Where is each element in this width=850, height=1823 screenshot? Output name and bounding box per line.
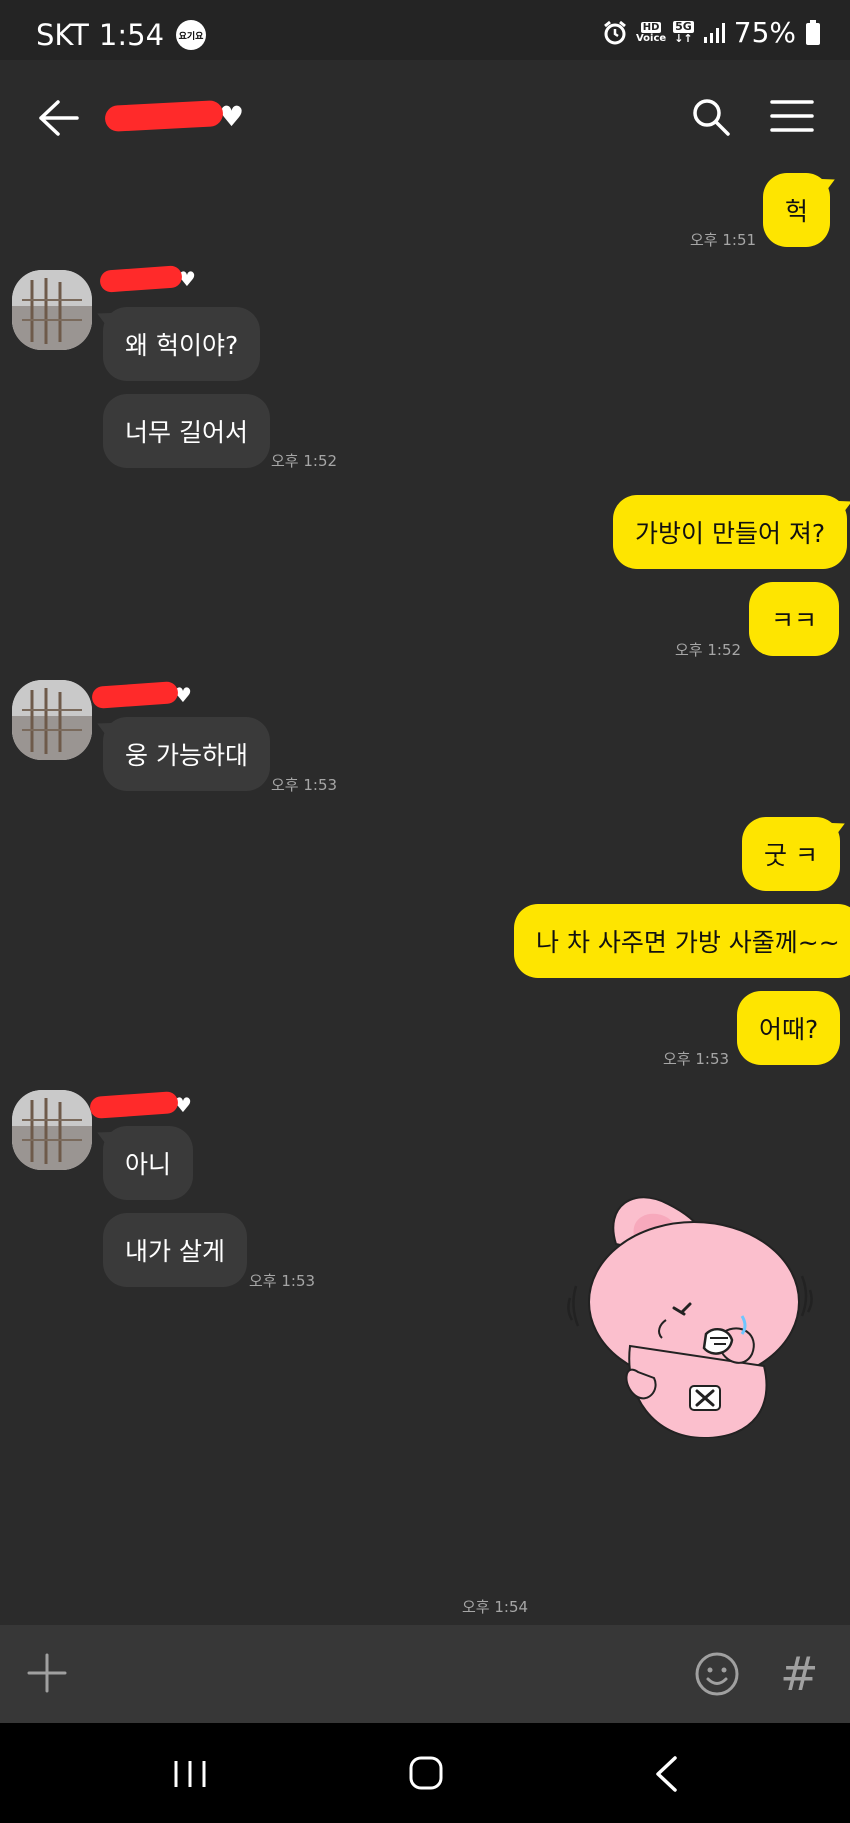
my-message-bubble[interactable]: 어때? [737, 991, 841, 1065]
message-text: 굿 ㅋ [764, 841, 818, 870]
my-message-bubble[interactable]: 가방이 만들어 져? [613, 495, 848, 569]
friend-name: ♥ [99, 264, 196, 294]
friend-avatar[interactable] [12, 680, 92, 760]
recents-button[interactable] [173, 1759, 207, 1789]
back-button[interactable] [36, 98, 80, 138]
pink-bunny-crying-sticker[interactable] [564, 1186, 814, 1440]
hd-label: HD [640, 21, 662, 33]
friend-name: ♥ [89, 1090, 192, 1120]
message-text: 왜 헉이야? [125, 331, 239, 360]
friend-message-bubble[interactable]: 웅 가능하대 [103, 717, 270, 791]
friend-message-bubble[interactable]: 아니 [103, 1126, 194, 1200]
menu-icon [770, 100, 814, 132]
friend-message-bubble[interactable]: 왜 헉이야? [103, 307, 261, 381]
search-icon [693, 99, 730, 136]
message-text: 어때? [759, 1015, 819, 1044]
message-text: 나 차 사주면 가방 사줄께~~ [536, 928, 840, 957]
friend-message-bubble[interactable]: 너무 길어서 [103, 394, 270, 468]
status-clock: 1:54 [98, 18, 165, 52]
message-time: 오후 1:52 [271, 452, 338, 470]
status-bar: SKT 1:54 요기요 HD Voice 5G ↓↑ 75% [0, 0, 850, 60]
chat-title[interactable]: ♥ [104, 96, 244, 136]
emoji-icon [695, 1652, 739, 1696]
recents-icon [174, 1761, 206, 1787]
friend-name: ♥ [91, 680, 192, 710]
redacted-name-scribble [89, 1090, 179, 1120]
hashtag-button[interactable]: # [780, 1647, 819, 1701]
menu-button[interactable] [770, 98, 814, 134]
system-nav-bar [0, 1723, 850, 1823]
message-text: 헉 [785, 197, 809, 226]
message-time: 오후 1:53 [663, 1050, 730, 1068]
my-message-bubble[interactable]: 나 차 사주면 가방 사줄께~~ [514, 904, 850, 978]
alarm-icon [601, 19, 629, 47]
message-time: 오후 1:51 [690, 231, 757, 249]
network-label: 5G [673, 19, 694, 33]
message-time: 오후 1:52 [675, 641, 742, 659]
message-text: 내가 살게 [125, 1237, 225, 1266]
message-text: 가방이 만들어 져? [635, 519, 826, 548]
avatar-photo-icon [12, 270, 92, 350]
nav-back-button[interactable] [653, 1755, 679, 1793]
voice-label: Voice [635, 32, 667, 44]
attach-button[interactable] [26, 1652, 68, 1694]
plus-icon [27, 1653, 67, 1693]
message-time: 오후 1:53 [249, 1272, 316, 1290]
network-5g-icon: 5G ↓↑ [673, 19, 694, 45]
data-arrows-icon: ↓↑ [674, 31, 693, 45]
home-button[interactable] [409, 1755, 443, 1791]
home-icon [409, 1756, 443, 1790]
redacted-name-scribble [99, 265, 183, 293]
avatar-photo-icon [12, 680, 92, 760]
hd-voice-icon: HD Voice [635, 18, 667, 48]
redacted-name-scribble [104, 99, 224, 133]
friend-message-bubble[interactable]: 내가 살게 [103, 1213, 247, 1287]
chevron-left-icon [656, 1756, 677, 1792]
my-message-bubble[interactable]: 굿 ㅋ [742, 817, 840, 891]
emoticon-button[interactable] [694, 1651, 740, 1697]
battery-percent: 75% [733, 16, 796, 49]
status-left: SKT 1:54 요기요 [36, 18, 207, 52]
friend-avatar[interactable] [12, 270, 92, 350]
my-message-bubble[interactable]: 헉 [763, 173, 831, 247]
chat-header: ♥ [0, 60, 850, 172]
message-text: 아니 [125, 1150, 172, 1179]
signal-icon [702, 21, 726, 45]
avatar-photo-icon [12, 1090, 92, 1170]
message-time: 오후 1:54 [462, 1598, 529, 1616]
message-text: 너무 길어서 [125, 418, 248, 447]
friend-avatar[interactable] [12, 1090, 92, 1170]
message-time: 오후 1:53 [271, 776, 338, 794]
status-right: HD Voice 5G ↓↑ 75% [601, 16, 822, 49]
message-text: ㅋㅋ [771, 606, 818, 635]
carrier-label: SKT [36, 18, 89, 52]
my-message-bubble[interactable]: ㅋㅋ [749, 582, 840, 656]
yogiyo-badge-icon: 요기요 [176, 20, 207, 50]
battery-icon [804, 19, 822, 47]
back-arrow-icon [39, 100, 79, 136]
redacted-name-scribble [91, 681, 179, 709]
search-button[interactable] [690, 96, 732, 138]
message-input-bar: # [0, 1625, 850, 1723]
message-text: 웅 가능하대 [125, 741, 248, 770]
